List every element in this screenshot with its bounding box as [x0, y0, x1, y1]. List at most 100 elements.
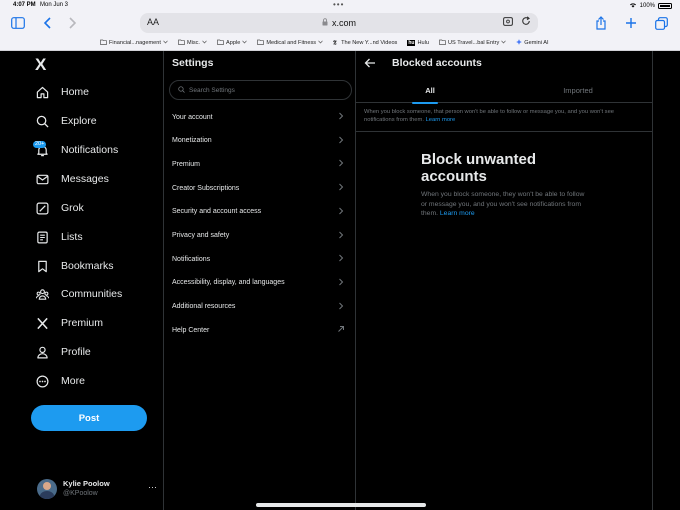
empty-state-title: Block unwanted accounts [421, 151, 537, 185]
nav-item-notifications[interactable]: 20+ Notifications [33, 140, 118, 160]
bookmark-label: Gemini AI [524, 40, 549, 46]
settings-search[interactable] [169, 80, 352, 100]
status-bar: 4:07 PM Mon Jun 3 ••• 100% [0, 0, 680, 11]
bookmark-item[interactable]: US Travel...bal Entry [439, 39, 507, 47]
settings-item-privacy-and-safety[interactable]: Privacy and safety [164, 226, 355, 246]
chevron-down-icon [202, 40, 207, 46]
bookmark-item[interactable]: Medical and Fitness [257, 39, 323, 47]
x-logo-icon [35, 316, 49, 330]
hulu-icon: hu [407, 40, 416, 46]
page-title: Blocked accounts [392, 57, 482, 69]
nav-item-more[interactable]: More [35, 371, 85, 391]
wifi-icon [629, 2, 637, 10]
settings-item-monetization[interactable]: Monetization [164, 131, 355, 151]
nav-item-label: Bookmarks [61, 260, 114, 272]
bookmark-item[interactable]: Apple [217, 39, 248, 47]
battery-icon [658, 3, 672, 9]
settings-panel: Settings Your account Monetization Premium… [164, 51, 356, 510]
chevron-right-icon [337, 159, 345, 167]
settings-item-your-account[interactable]: Your account [164, 107, 355, 127]
nav-item-grok[interactable]: Grok [35, 198, 84, 218]
settings-item-help-center[interactable]: Help Center [164, 320, 355, 340]
browser-chrome: 4:07 PM Mon Jun 3 ••• 100% AA x.com Fina… [0, 0, 680, 51]
nav-item-explore[interactable]: Explore [35, 111, 97, 131]
nav-item-label: Grok [61, 202, 84, 214]
chevron-right-icon [337, 112, 345, 120]
nav-item-communities[interactable]: Communities [35, 284, 122, 304]
person-icon [35, 345, 49, 359]
battery-percent: 100% [639, 3, 655, 9]
share-icon[interactable] [591, 13, 611, 33]
address-bar[interactable]: AA x.com [140, 13, 538, 33]
folder-icon [257, 39, 265, 47]
nav-item-label: Communities [61, 288, 123, 300]
chevron-right-icon [337, 183, 345, 191]
chevron-down-icon [163, 40, 168, 46]
bookmark-item[interactable]: Misc. [178, 39, 207, 47]
chevron-right-icon [337, 231, 345, 239]
text-size-button[interactable]: AA [147, 17, 159, 27]
settings-item-label: Your account [172, 113, 213, 121]
chevron-right-icon [337, 136, 345, 144]
primary-nav: X Home Explore 20+ Notifications Messages Gro… [0, 51, 164, 510]
nav-item-home[interactable]: Home [35, 82, 89, 102]
settings-item-security-and-account-access[interactable]: Security and account access [164, 202, 355, 222]
settings-item-creator-subscriptions[interactable]: Creator Subscriptions [164, 178, 355, 198]
bookmark-item[interactable]: Financial...nagement [100, 39, 168, 47]
bookmark-label: The New Y...nd Videos [341, 40, 398, 46]
nav-item-label: More [61, 375, 85, 387]
nav-item-premium[interactable]: Premium [35, 313, 103, 333]
sidebar-toggle-icon[interactable] [8, 13, 28, 33]
nav-item-profile[interactable]: Profile [35, 342, 91, 362]
chevron-right-icon [337, 254, 345, 262]
tab-overview-icon[interactable] [651, 13, 671, 33]
communities-icon [35, 287, 49, 301]
settings-item-premium[interactable]: Premium [164, 154, 355, 174]
blocked-tabs: All Imported [356, 77, 653, 104]
account-switcher[interactable]: Kylie Poolow @KPoolow ··· [37, 477, 157, 501]
folder-icon [217, 39, 224, 47]
forward-icon[interactable] [63, 13, 83, 33]
profile-name: Kylie Poolow [63, 479, 110, 488]
blocked-info-text: When you block someone, that person won'… [364, 109, 646, 124]
extensions-icon[interactable] [503, 17, 513, 28]
nav-item-lists[interactable]: Lists [35, 227, 83, 247]
bookmark-label: Apple [226, 40, 241, 46]
settings-item-accessibility-display-and-languages[interactable]: Accessibility, display, and languages [164, 273, 355, 293]
bookmark-item[interactable]: 𝕿 The New Y...nd Videos [333, 39, 397, 47]
tab-all[interactable]: All [356, 77, 504, 104]
settings-search-input[interactable] [189, 86, 339, 94]
favorites-bar: Financial...nagement Misc. Apple Medical an… [0, 36, 680, 50]
reload-icon[interactable] [521, 16, 531, 29]
bookmark-icon [35, 259, 49, 273]
settings-item-label: Monetization [172, 137, 212, 145]
bookmark-label: Misc. [186, 40, 200, 46]
divider [356, 131, 653, 132]
more-horizontal-icon: ··· [148, 482, 157, 492]
info-learn-more-link[interactable]: Learn more [426, 117, 456, 123]
home-icon [35, 85, 49, 99]
nav-item-messages[interactable]: Messages [35, 169, 109, 189]
post-button[interactable]: Post [31, 405, 147, 431]
nav-item-label: Lists [61, 231, 83, 243]
settings-item-label: Privacy and safety [172, 232, 230, 239]
browser-toolbar: AA x.com [0, 11, 680, 35]
x-logo-icon[interactable]: X [35, 55, 46, 75]
settings-item-notifications[interactable]: Notifications [164, 249, 355, 269]
new-tab-icon[interactable] [621, 13, 641, 33]
home-indicator[interactable] [256, 503, 426, 507]
settings-item-additional-resources[interactable]: Additional resources [164, 297, 355, 317]
settings-title: Settings [172, 57, 214, 69]
nav-item-label: Profile [61, 346, 91, 358]
multitasking-dots-icon[interactable]: ••• [333, 0, 344, 9]
url-text: x.com [331, 18, 356, 28]
bookmark-item[interactable]: Gemini AI [516, 39, 549, 47]
empty-learn-more-link[interactable]: Learn more [440, 210, 475, 217]
nav-item-bookmarks[interactable]: Bookmarks [35, 256, 114, 276]
back-arrow-icon[interactable] [364, 56, 376, 68]
back-icon[interactable] [37, 13, 57, 33]
chevron-down-icon [318, 40, 323, 46]
bookmark-item[interactable]: hu Hulu [407, 40, 429, 46]
tab-imported[interactable]: Imported [504, 77, 652, 103]
notification-badge: 20+ [33, 141, 47, 148]
